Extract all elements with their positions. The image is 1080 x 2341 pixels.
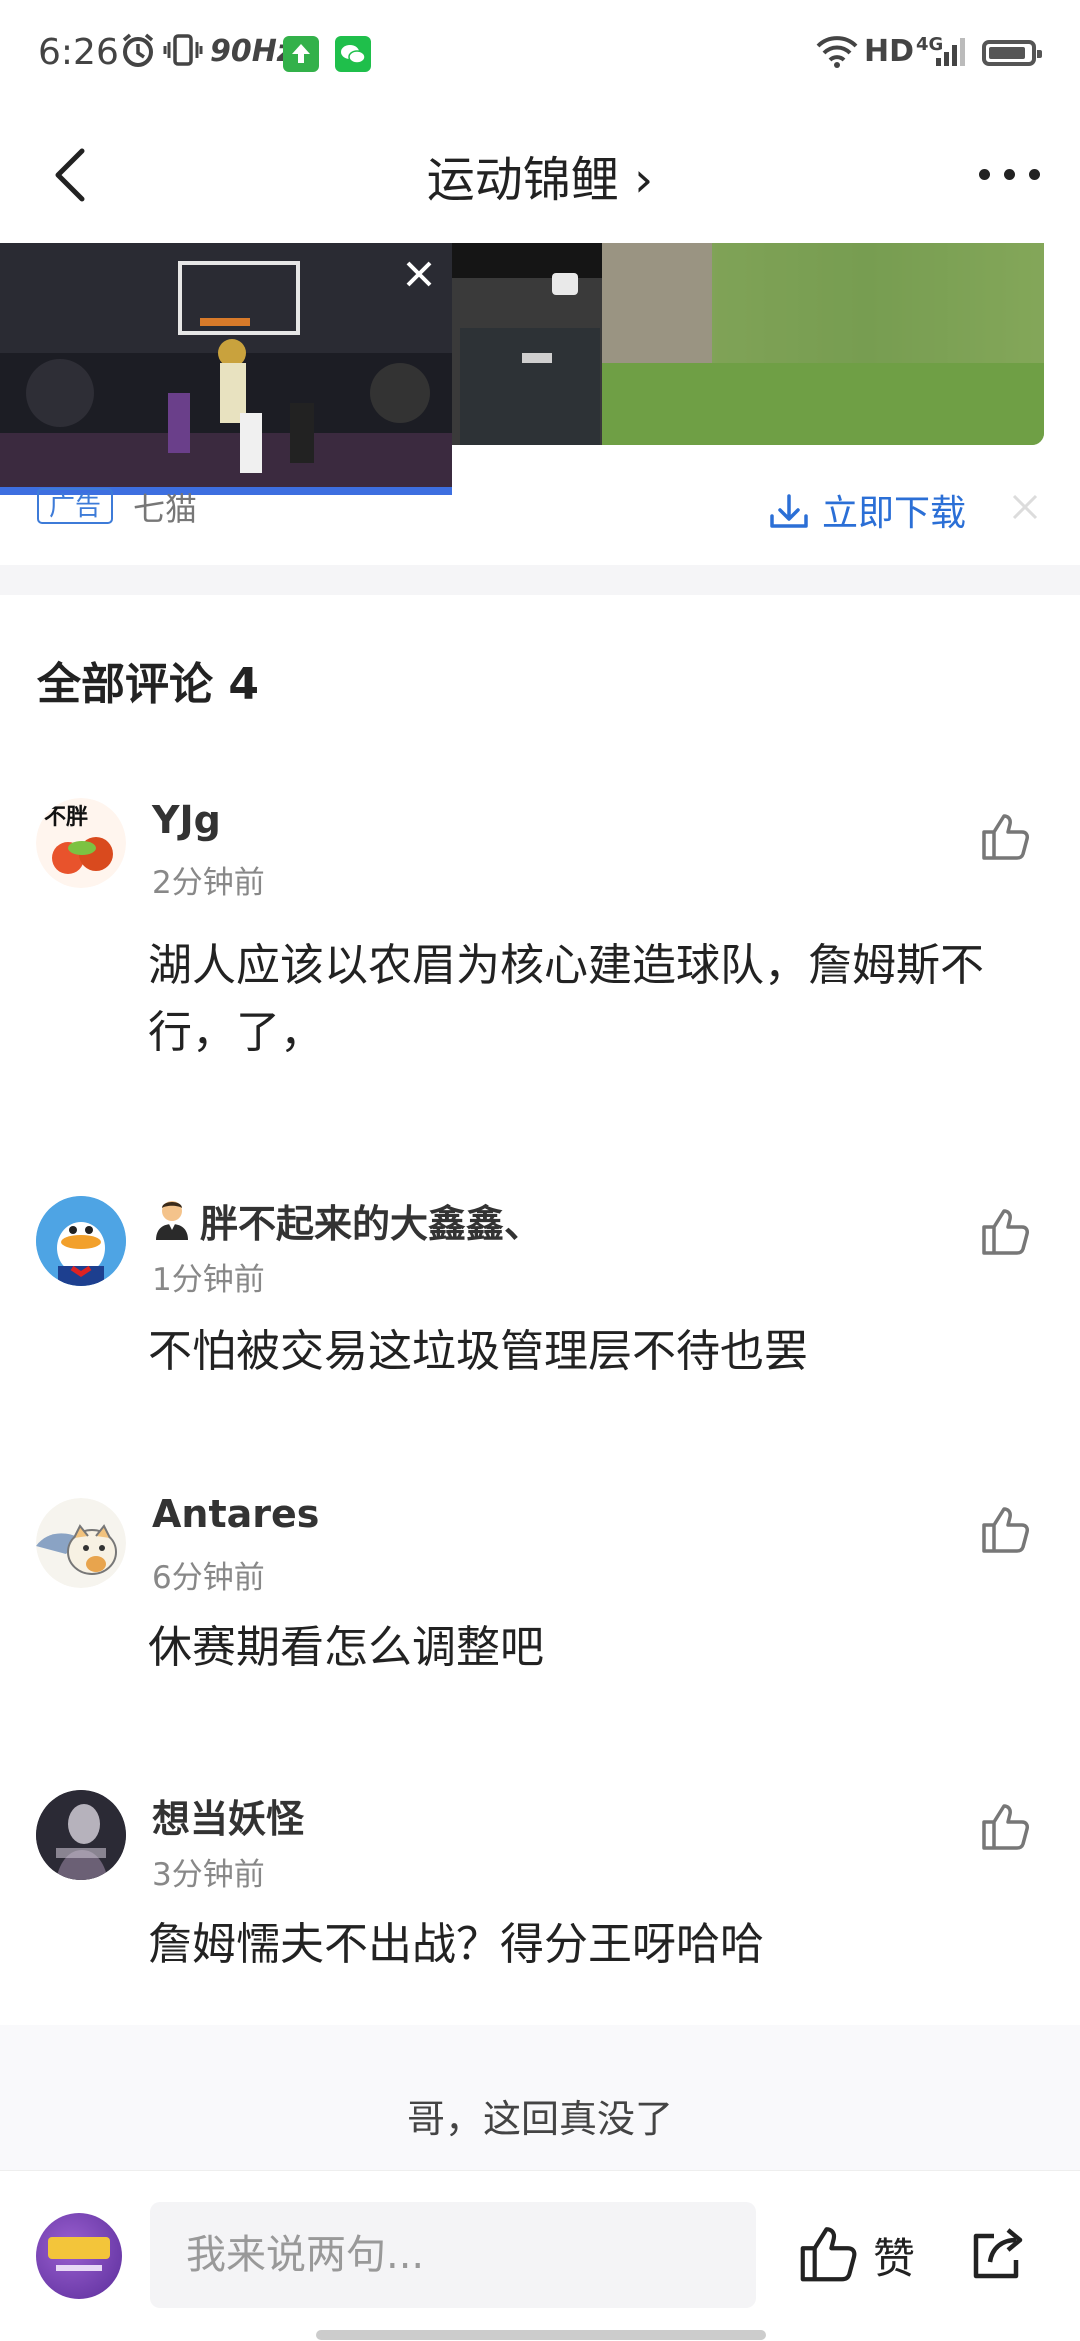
- avatar-image: [36, 1196, 126, 1286]
- thumbs-up-icon[interactable]: [980, 1503, 1032, 1555]
- thumbs-up-icon[interactable]: [980, 1205, 1032, 1257]
- status-bar: 6:26 90Hz HD 4G: [0, 0, 1080, 110]
- ad-close-icon[interactable]: [1008, 490, 1042, 524]
- wifi-icon: [816, 36, 858, 68]
- like-label[interactable]: 赞: [873, 2225, 915, 2286]
- comment-text: 休赛期看怎么调整吧: [148, 1622, 544, 1673]
- basketball-video-frame: [0, 243, 452, 495]
- signal-icon: [936, 38, 965, 66]
- comment-input[interactable]: [150, 2202, 756, 2308]
- alarm-icon: [122, 33, 154, 67]
- thumbs-up-icon[interactable]: [980, 810, 1032, 862]
- comment-avatar[interactable]: [36, 1196, 126, 1286]
- comment-text: 詹姆懦夫不出战？得分王呀哈哈: [148, 1919, 764, 1970]
- download-label: 立即下载: [822, 493, 967, 534]
- wechat-icon: [335, 36, 371, 72]
- comment-avatar[interactable]: 不胖: [36, 798, 126, 888]
- share-icon[interactable]: [968, 2224, 1028, 2284]
- ad-photo: [452, 243, 1044, 445]
- section-divider: [0, 565, 1080, 595]
- download-button[interactable]: 立即下载: [768, 484, 966, 536]
- ad-source: 七猫: [133, 490, 198, 528]
- comment-username[interactable]: 想当妖怪: [152, 1788, 304, 1843]
- ad-image[interactable]: [452, 243, 1044, 445]
- home-indicator[interactable]: [316, 2330, 766, 2340]
- network-label: HD: [864, 34, 915, 69]
- comment-text: 不怕被交易这垃圾管理层不待也罢: [148, 1326, 808, 1377]
- status-time: 6:26: [38, 32, 119, 73]
- download-icon: [770, 494, 808, 528]
- comment-avatar[interactable]: [36, 1498, 126, 1588]
- comment-text: 湖人应该以农眉为核心建造球队，詹姆斯不行，了，: [148, 940, 984, 1058]
- self-avatar[interactable]: [36, 2213, 122, 2299]
- refresh-rate: 90Hz: [210, 34, 295, 69]
- comment-username[interactable]: 胖不起来的大鑫鑫、: [200, 1193, 542, 1248]
- page-title[interactable]: 运动锦鲤 ›: [0, 140, 1080, 210]
- vibrate-icon: [163, 34, 203, 66]
- upload-app-icon: [283, 36, 319, 72]
- list-end-text: 哥，这回真没了: [406, 2097, 673, 2141]
- avatar-image: [36, 1790, 126, 1880]
- comment-avatar[interactable]: [36, 1790, 126, 1880]
- avatar-text: 不胖: [44, 804, 88, 830]
- comment-time: 6分钟前: [152, 1560, 265, 1596]
- avatar-image: [48, 2237, 110, 2271]
- comment-time: 3分钟前: [152, 1857, 265, 1893]
- avatar-image: [36, 1498, 126, 1588]
- comment-username[interactable]: Antares: [152, 1492, 319, 1536]
- ad-tag: 广告: [37, 488, 114, 524]
- comment-time: 1分钟前: [152, 1262, 265, 1298]
- battery-icon: [982, 40, 1042, 66]
- comment-username[interactable]: YJg: [152, 798, 221, 842]
- comments-title: 全部评论 4: [37, 659, 259, 710]
- person-emoji-icon: [156, 1201, 188, 1240]
- avatar-image: 不胖: [36, 798, 126, 888]
- comment-time: 2分钟前: [152, 865, 265, 901]
- more-icon[interactable]: [975, 160, 1045, 190]
- mini-video-player[interactable]: [0, 243, 452, 495]
- thumbs-up-icon[interactable]: [798, 2222, 860, 2284]
- thumbs-up-icon[interactable]: [980, 1800, 1032, 1852]
